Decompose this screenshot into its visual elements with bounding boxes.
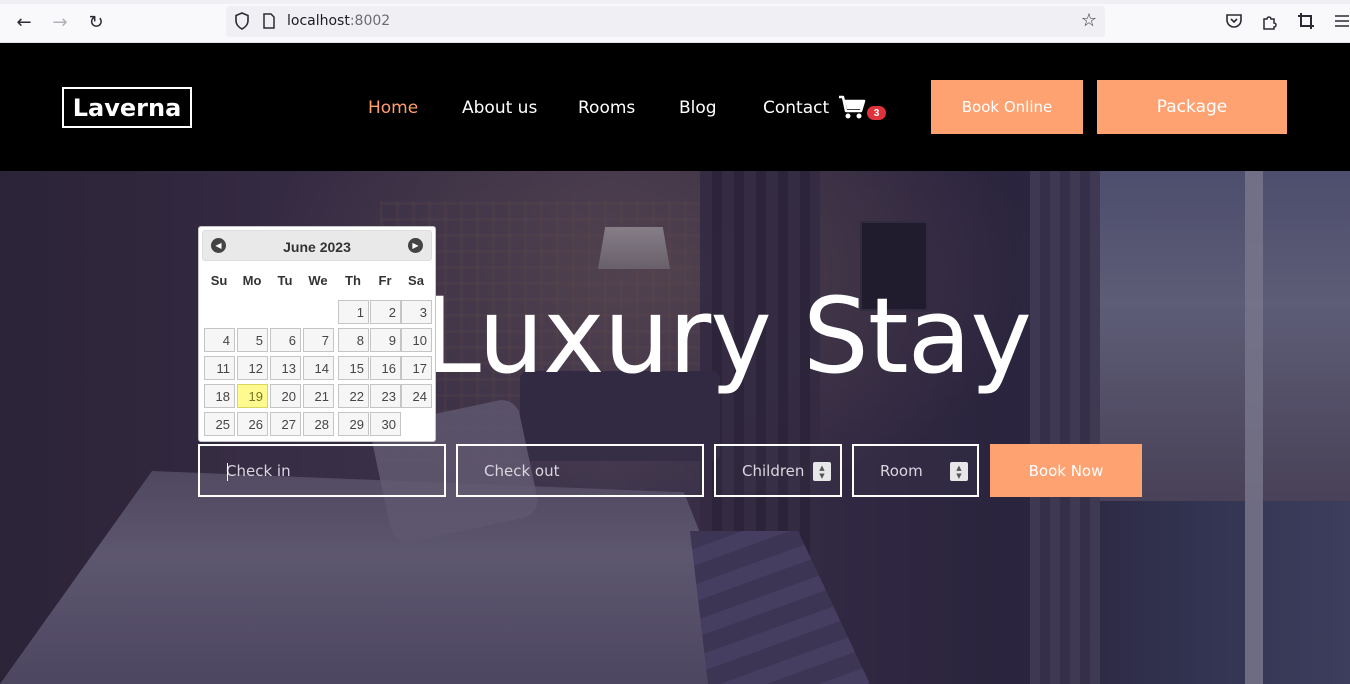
children-input[interactable]: Children ▲ ▼ xyxy=(714,444,842,497)
calendar-day[interactable]: 4 xyxy=(204,328,235,352)
calendar-day[interactable]: 10 xyxy=(401,328,432,352)
bookmark-star-icon[interactable]: ☆ xyxy=(1079,11,1099,31)
children-stepper[interactable]: ▲ ▼ xyxy=(813,462,831,481)
calendar-day[interactable]: 29 xyxy=(338,412,369,436)
url-text[interactable]: localhost:8002 xyxy=(287,13,390,29)
calendar-day[interactable]: 14 xyxy=(303,356,334,380)
weekday-header: We xyxy=(308,273,328,288)
calendar-day[interactable]: 13 xyxy=(270,356,301,380)
calendar-day[interactable]: 23 xyxy=(370,384,401,408)
tab-strip-edge xyxy=(0,0,1350,4)
shopping-cart-icon xyxy=(839,95,866,119)
calendar-day[interactable]: 30 xyxy=(370,412,401,436)
shield-icon[interactable] xyxy=(234,12,250,30)
room-input[interactable]: Room ▲ ▼ xyxy=(852,444,979,497)
package-button[interactable]: Package xyxy=(1097,80,1287,134)
weekday-header: Mo xyxy=(242,273,262,288)
next-month-icon[interactable]: ▶ xyxy=(408,238,423,253)
page-icon xyxy=(263,13,275,29)
calendar-day[interactable]: 18 xyxy=(204,384,235,408)
calendar-day[interactable]: 5 xyxy=(237,328,268,352)
datepicker-month-year: June 2023 xyxy=(283,239,351,255)
calendar-day[interactable]: 26 xyxy=(237,412,268,436)
room-stepper[interactable]: ▲ ▼ xyxy=(950,462,968,481)
text-caret xyxy=(227,463,228,481)
address-bar[interactable]: localhost:8002 ☆ xyxy=(226,6,1105,37)
stepper-down-icon[interactable]: ▼ xyxy=(819,472,824,480)
calendar-day[interactable]: 1 xyxy=(338,300,369,324)
nav-about-us[interactable]: About us xyxy=(462,98,537,118)
children-placeholder: Children xyxy=(742,461,805,480)
cart-button[interactable]: 3 xyxy=(838,95,888,125)
browser-toolbar: ← → ↻ localhost:8002 ☆ xyxy=(0,0,1350,43)
url-port: :8002 xyxy=(349,13,391,29)
calendar-day[interactable]: 3 xyxy=(401,300,432,324)
nav-blog[interactable]: Blog xyxy=(679,98,717,118)
check-out-input[interactable]: Check out xyxy=(456,444,704,497)
calendar-day[interactable]: 28 xyxy=(303,412,334,436)
weekday-header: Fr xyxy=(378,273,392,288)
weekday-header: Sa xyxy=(408,273,424,288)
cart-count-badge: 3 xyxy=(867,106,886,120)
calendar-day[interactable]: 2 xyxy=(370,300,401,324)
stepper-up-icon[interactable]: ▲ xyxy=(956,464,961,472)
crop-screenshot-icon[interactable] xyxy=(1297,12,1315,30)
check-out-placeholder: Check out xyxy=(484,461,560,480)
calendar-day[interactable]: 27 xyxy=(270,412,301,436)
calendar-day[interactable]: 16 xyxy=(370,356,401,380)
calendar-day[interactable]: 24 xyxy=(401,384,432,408)
calendar-day[interactable]: 12 xyxy=(237,356,268,380)
calendar-day[interactable]: 15 xyxy=(338,356,369,380)
forward-icon[interactable]: → xyxy=(49,11,71,33)
calendar-day[interactable]: 21 xyxy=(303,384,334,408)
stepper-up-icon[interactable]: ▲ xyxy=(819,464,824,472)
extensions-icon[interactable] xyxy=(1261,12,1279,30)
back-icon[interactable]: ← xyxy=(13,11,35,33)
check-in-input[interactable]: Check in xyxy=(198,444,446,497)
site-logo[interactable]: Laverna xyxy=(62,87,192,128)
calendar-day[interactable]: 8 xyxy=(338,328,369,352)
calendar-day[interactable]: 7 xyxy=(303,328,334,352)
check-in-placeholder: Check in xyxy=(226,461,291,480)
nav-rooms[interactable]: Rooms xyxy=(578,98,635,118)
calendar-day[interactable]: 9 xyxy=(370,328,401,352)
stepper-down-icon[interactable]: ▼ xyxy=(956,472,961,480)
site-header: Laverna Home About us Rooms Blog Contact… xyxy=(0,43,1350,171)
datepicker: ◀ June 2023 ▶ Su Mo Tu We Th Fr Sa 1 2 3 4 5 6 7 8 9 10 1… xyxy=(198,226,436,442)
nav-home[interactable]: Home xyxy=(368,98,418,118)
calendar-day[interactable]: 11 xyxy=(204,356,235,380)
calendar-day[interactable]: 25 xyxy=(204,412,235,436)
room-placeholder: Room xyxy=(880,461,923,480)
url-host: localhost xyxy=(287,13,350,29)
datepicker-header: ◀ June 2023 ▶ xyxy=(202,230,432,261)
nav-contact[interactable]: Contact xyxy=(763,98,829,118)
calendar-day[interactable]: 20 xyxy=(270,384,301,408)
calendar-day[interactable]: 6 xyxy=(270,328,301,352)
book-now-button[interactable]: Book Now xyxy=(990,444,1142,497)
pocket-icon[interactable] xyxy=(1225,12,1243,30)
weekday-header: Su xyxy=(210,273,228,288)
reload-icon[interactable]: ↻ xyxy=(85,11,107,33)
calendar-day[interactable]: 17 xyxy=(401,356,432,380)
weekday-header: Tu xyxy=(277,273,293,288)
calendar-day-today[interactable]: 19 xyxy=(237,384,268,408)
hero-title: Luxury Stay xyxy=(423,275,1032,397)
hamburger-menu-icon[interactable] xyxy=(1333,12,1350,30)
weekday-header: Th xyxy=(345,273,361,288)
book-online-button[interactable]: Book Online xyxy=(931,80,1083,134)
calendar-day[interactable]: 22 xyxy=(338,384,369,408)
